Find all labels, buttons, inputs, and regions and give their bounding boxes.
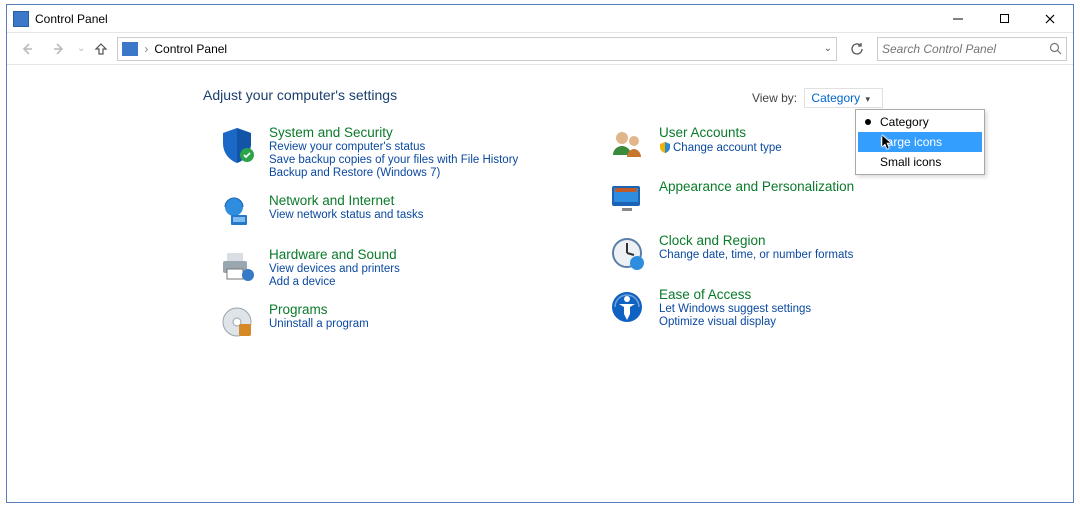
category-link[interactable]: Uninstall a program [269,318,369,330]
option-label: Category [880,115,929,129]
close-button[interactable] [1027,5,1073,33]
category-clock-region: Clock and Region Change date, time, or n… [607,233,937,273]
cd-icon [217,302,257,342]
address-bar[interactable]: › Control Panel ⌄ [117,37,837,61]
view-by-menu: Category Large icons Small icons [855,109,985,175]
window: Control Panel ⌄ › Control P [6,4,1074,503]
column-left: System and Security Review your computer… [217,125,547,342]
maximize-button[interactable] [981,5,1027,33]
category-system-security: System and Security Review your computer… [217,125,547,179]
category-title[interactable]: User Accounts [659,125,782,140]
control-panel-mini-icon [122,42,138,56]
bullet-icon [865,119,871,125]
window-title: Control Panel [35,12,108,26]
uac-shield-icon [659,141,671,153]
ease-of-access-icon [607,287,647,327]
network-icon [217,193,257,233]
arrow-left-icon [19,41,35,57]
caret-down-icon: ▾ [865,94,870,104]
view-by-label: View by: [752,91,797,105]
category-appearance-personalization: Appearance and Personalization [607,179,937,219]
search-box[interactable] [877,37,1067,61]
chevron-down-icon[interactable]: ⌄ [824,43,832,54]
up-button[interactable] [89,37,113,61]
address-path: Control Panel [154,42,227,56]
view-by-option-category[interactable]: Category [858,112,982,132]
category-link[interactable]: View devices and printers [269,263,400,275]
search-icon[interactable] [1049,42,1062,55]
view-by-option-small-icons[interactable]: Small icons [858,152,982,172]
category-title[interactable]: System and Security [269,125,518,140]
view-by-current: Category [811,91,860,105]
category-network-internet: Network and Internet View network status… [217,193,547,233]
category-programs: Programs Uninstall a program [217,302,547,342]
control-panel-icon [13,11,29,27]
category-link[interactable]: Backup and Restore (Windows 7) [269,167,518,179]
users-icon [607,125,647,165]
maximize-icon [999,13,1010,24]
category-link[interactable]: Review your computer's status [269,141,518,153]
clock-icon [607,233,647,273]
address-tail: ⌄ [824,43,832,54]
view-by-control: View by: Category ▾ [752,91,883,105]
refresh-button[interactable] [845,37,869,61]
view-by-dropdown[interactable]: Category ▾ [804,88,883,108]
category-title[interactable]: Appearance and Personalization [659,179,854,194]
forward-button[interactable] [45,35,73,63]
minimize-button[interactable] [935,5,981,33]
shield-icon [217,125,257,165]
category-link[interactable]: Optimize visual display [659,316,811,328]
page-heading: Adjust your computer's settings [203,87,1073,103]
view-by-option-large-icons[interactable]: Large icons [858,132,982,152]
category-link[interactable]: Let Windows suggest settings [659,303,811,315]
option-label: Large icons [880,135,942,149]
address-bar-row: ⌄ › Control Panel ⌄ [7,33,1073,65]
minimize-icon [952,13,964,25]
arrow-up-icon [94,42,108,56]
back-button[interactable] [13,35,41,63]
search-input[interactable] [882,42,1032,56]
monitor-icon [607,179,647,219]
content-area: Adjust your computer's settings View by:… [7,65,1073,502]
category-hardware-sound: Hardware and Sound View devices and prin… [217,247,547,288]
category-title[interactable]: Hardware and Sound [269,247,400,262]
refresh-icon [850,42,864,56]
category-link[interactable]: View network status and tasks [269,209,423,221]
titlebar-left: Control Panel [13,11,108,27]
window-controls [935,5,1073,33]
titlebar: Control Panel [7,5,1073,33]
printer-icon [217,247,257,287]
category-title[interactable]: Clock and Region [659,233,853,248]
option-label: Small icons [880,155,941,169]
category-title[interactable]: Network and Internet [269,193,423,208]
category-link[interactable]: Change date, time, or number formats [659,249,853,261]
arrow-right-icon [51,41,67,57]
category-link[interactable]: Change account type [659,141,782,154]
close-icon [1044,13,1056,25]
category-ease-of-access: Ease of Access Let Windows suggest setti… [607,287,937,328]
category-title[interactable]: Ease of Access [659,287,811,302]
path-separator-icon: › [144,42,148,56]
recent-locations-button[interactable]: ⌄ [77,43,85,54]
category-link[interactable]: Save backup copies of your files with Fi… [269,154,518,166]
category-link[interactable]: Add a device [269,276,400,288]
category-title[interactable]: Programs [269,302,369,317]
